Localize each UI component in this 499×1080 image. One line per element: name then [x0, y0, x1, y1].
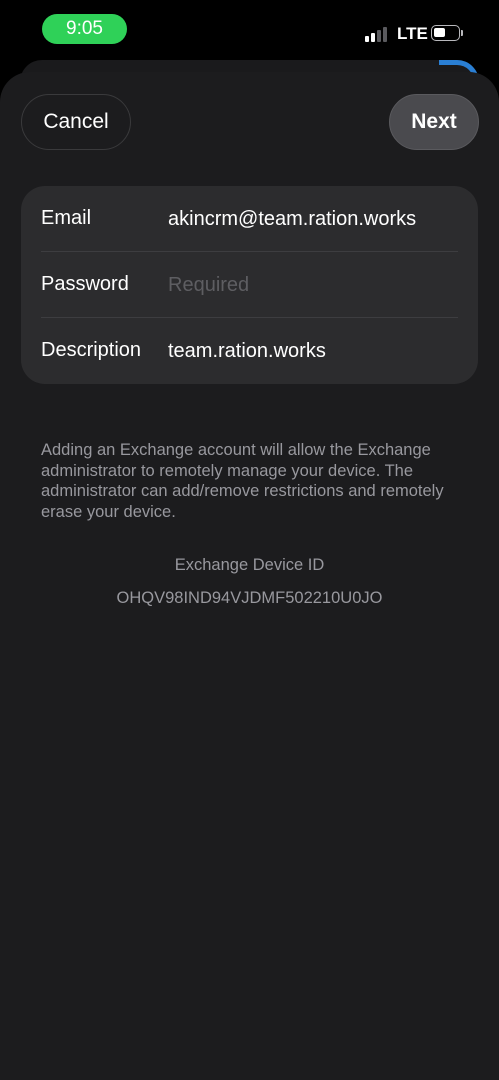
email-row[interactable]: Email akincrm@team.ration.works: [21, 186, 478, 252]
description-label: Description: [41, 339, 142, 361]
device-id-label: Exchange Device ID: [174, 556, 325, 574]
description-field[interactable]: team.ration.works: [168, 339, 326, 363]
signal-icon: [365, 24, 391, 42]
next-button[interactable]: Next: [389, 94, 479, 150]
exchange-notice: Adding an Exchange account will allow th…: [41, 441, 444, 521]
email-label: Email: [41, 207, 92, 229]
status-bar: 9:05 LTE: [0, 0, 499, 62]
email-field[interactable]: akincrm@team.ration.works: [168, 207, 416, 231]
password-row[interactable]: Password Required: [21, 252, 478, 318]
exchange-account-sheet: Cancel Next Email akincrm@team.ration.wo…: [0, 72, 499, 1080]
account-form: Email akincrm@team.ration.works Password…: [21, 186, 478, 384]
battery-cap: [461, 30, 463, 36]
password-field[interactable]: Required: [168, 273, 249, 297]
cancel-button[interactable]: Cancel: [21, 94, 131, 150]
network-type: LTE: [397, 24, 428, 43]
status-time[interactable]: 9:05: [42, 14, 127, 44]
description-row[interactable]: Description team.ration.works: [21, 318, 478, 384]
password-label: Password: [41, 273, 129, 295]
device-id-value: OHQV98IND94VJDMF502210U0JO: [116, 589, 383, 607]
battery-icon: [431, 25, 460, 41]
